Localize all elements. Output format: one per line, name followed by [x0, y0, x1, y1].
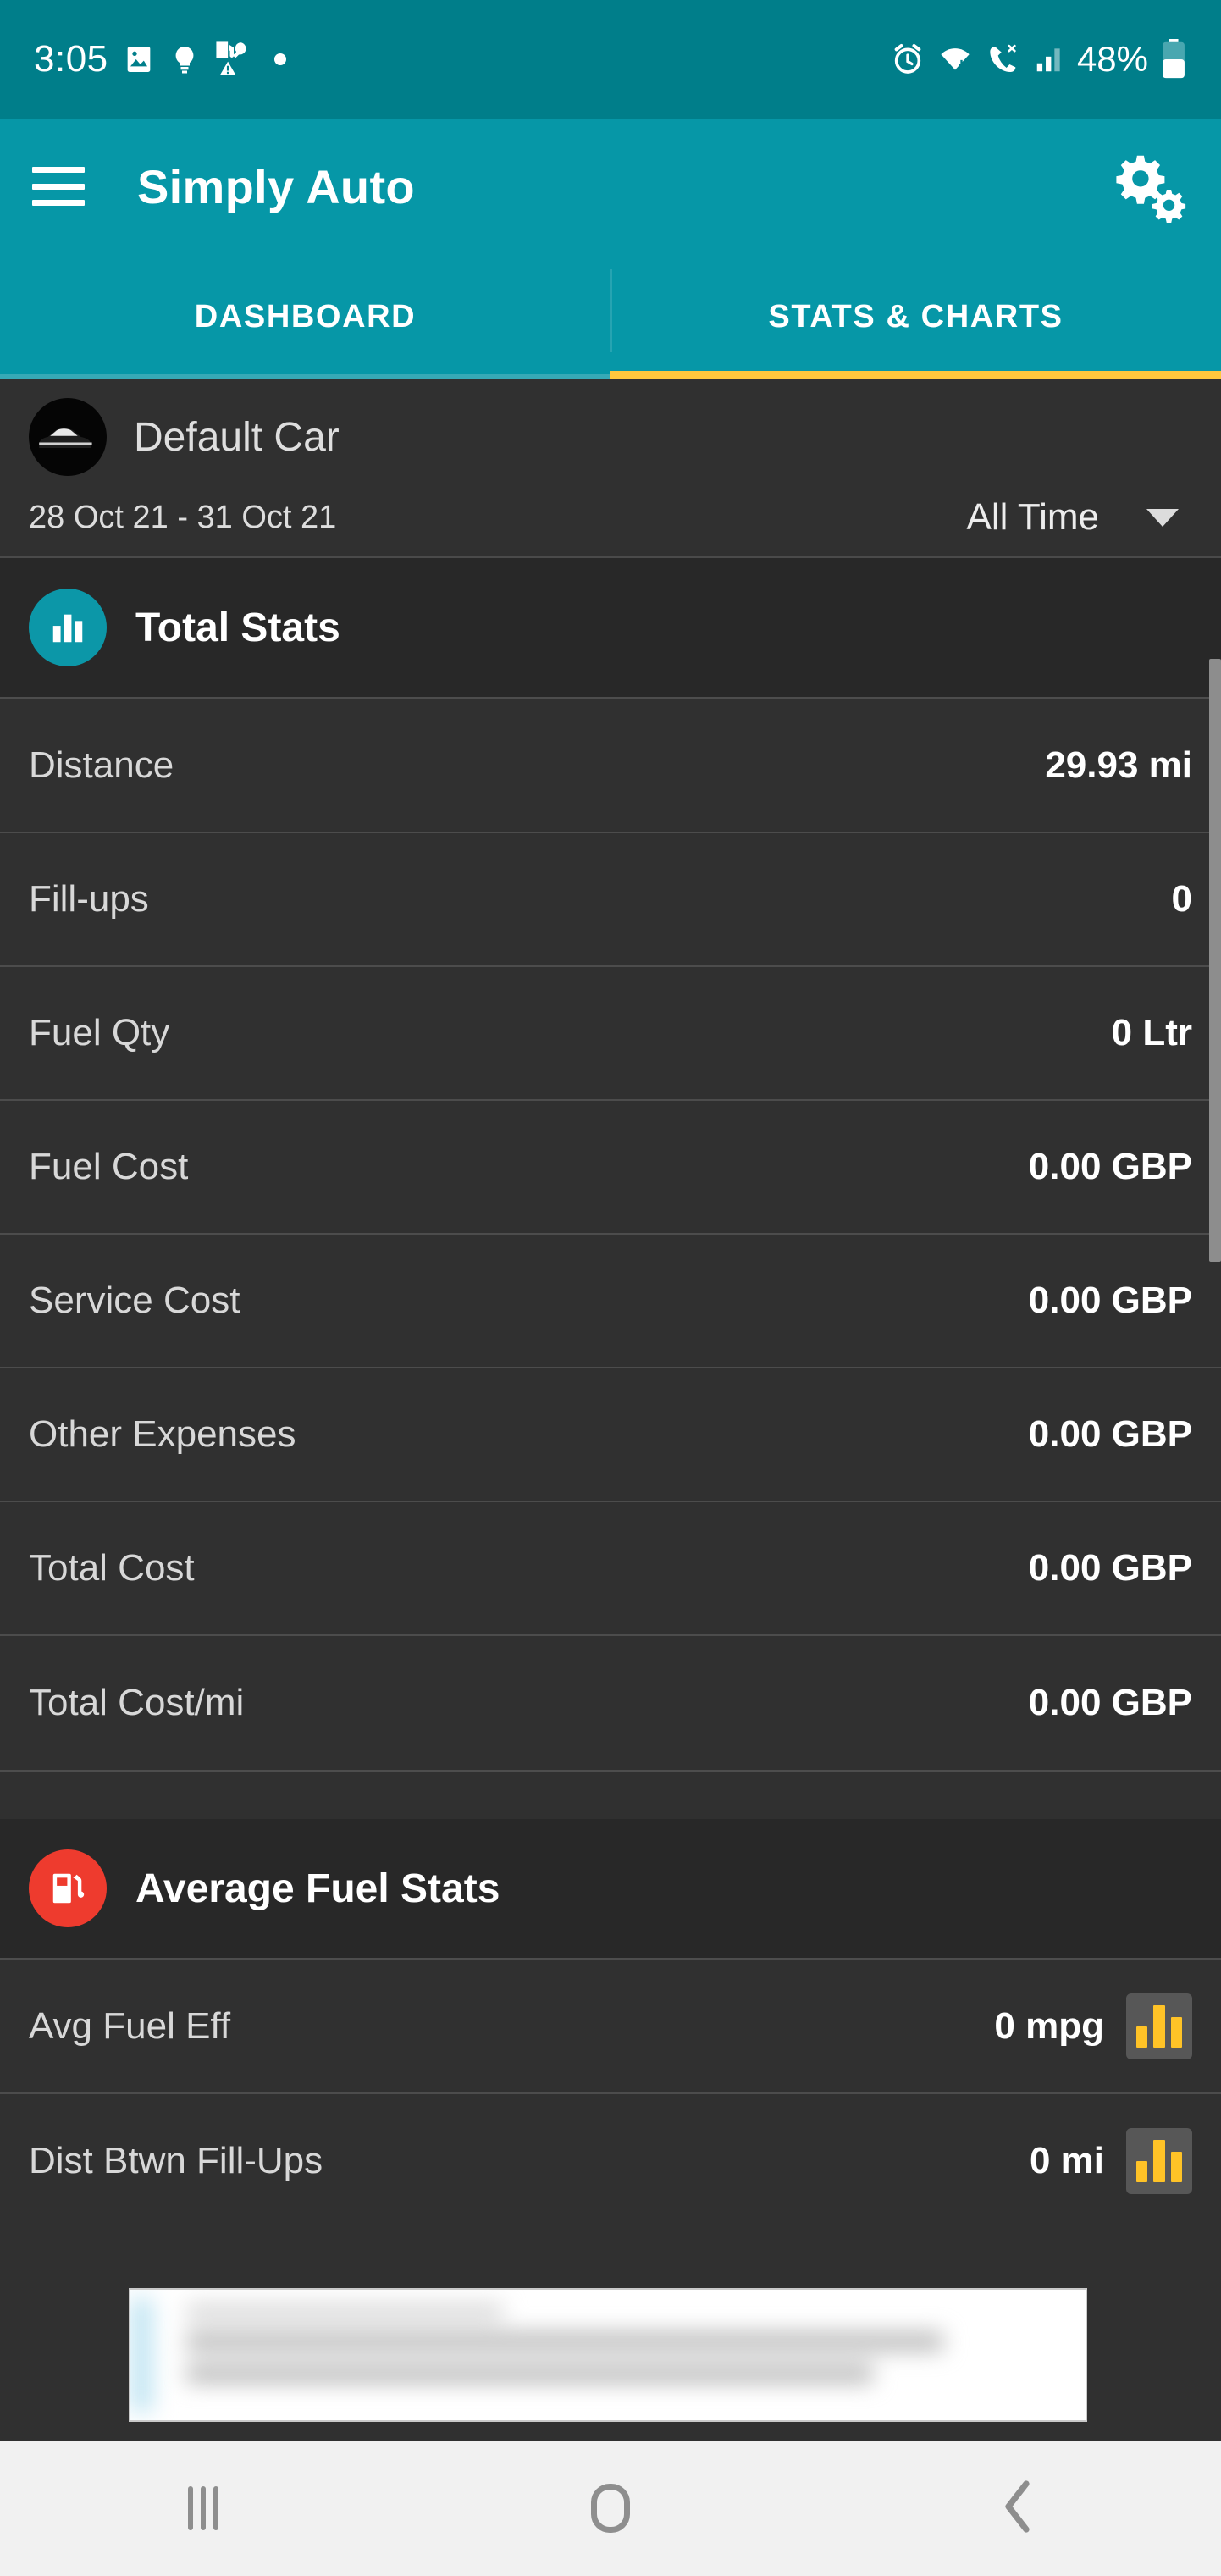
car-date-range-row: 28 Oct 21 - 31 Oct 21 All Time — [29, 496, 1192, 539]
back-icon — [999, 2479, 1036, 2537]
row-chart-button[interactable] — [1126, 2128, 1192, 2194]
table-row[interactable]: Total Cost 0.00 GBP — [0, 1502, 1221, 1636]
section-header-average-fuel-stats: Average Fuel Stats — [0, 1819, 1221, 1960]
row-value: 0 Ltr — [1111, 1012, 1192, 1053]
notification-overlay-content — [130, 2290, 1086, 2420]
bar-chart-icon — [29, 589, 107, 666]
row-label: Fill-ups — [29, 878, 149, 920]
time-range-value: All Time — [966, 496, 1099, 538]
row-label: Other Expenses — [29, 1413, 296, 1455]
row-label: Total Cost — [29, 1547, 195, 1589]
table-row[interactable]: Service Cost 0.00 GBP — [0, 1235, 1221, 1368]
row-value: 0.00 GBP — [1028, 1146, 1192, 1187]
row-value: 0.00 GBP — [1028, 1413, 1192, 1455]
recents-icon — [188, 2486, 219, 2530]
tab-dashboard[interactable]: DASHBOARD — [0, 254, 610, 379]
row-value: 0 mpg — [994, 2005, 1104, 2047]
tab-stats-and-charts-label: STATS & CHARTS — [768, 298, 1064, 334]
tab-stats-and-charts[interactable]: STATS & CHARTS — [610, 254, 1221, 379]
car-avatar-icon — [29, 398, 107, 476]
section-spacer — [0, 1770, 1221, 1819]
total-stats-rows: Distance 29.93 mi Fill-ups 0 Fuel Qty 0 … — [0, 699, 1221, 1770]
section-title-total-stats: Total Stats — [135, 605, 340, 650]
table-row[interactable]: Avg Fuel Eff 0 mpg — [0, 1960, 1221, 2094]
app-bar: Simply Auto — [0, 119, 1221, 254]
image-icon — [122, 42, 156, 76]
chevron-down-icon — [1146, 508, 1179, 527]
chart-bar-1 — [1136, 2026, 1148, 2048]
hamburger-menu-icon[interactable] — [32, 167, 85, 206]
dot-icon — [273, 53, 286, 65]
wifi-icon — [936, 42, 974, 76]
app-title: Simply Auto — [137, 159, 415, 213]
row-label: Fuel Cost — [29, 1146, 189, 1187]
table-row[interactable]: Fuel Qty 0 Ltr — [0, 967, 1221, 1101]
car-name: Default Car — [134, 414, 340, 460]
gears-settings-icon[interactable] — [1113, 148, 1189, 224]
row-label: Service Cost — [29, 1280, 240, 1321]
row-value: 0.00 GBP — [1028, 1682, 1192, 1723]
notification-line — [186, 2305, 504, 2319]
tab-dashboard-label: DASHBOARD — [194, 298, 417, 334]
row-value: 0.00 GBP — [1028, 1547, 1192, 1589]
notification-overlay[interactable] — [129, 2288, 1087, 2422]
date-range-label: 28 Oct 21 - 31 Oct 21 — [29, 499, 337, 535]
vertical-scrollbar[interactable] — [1209, 659, 1221, 1262]
time-range-dropdown[interactable]: All Time — [967, 496, 1192, 539]
tab-bar: DASHBOARD STATS & CHARTS — [0, 254, 1221, 379]
chart-bar-3 — [1170, 2017, 1182, 2048]
row-label: Total Cost/mi — [29, 1682, 245, 1723]
section-header-total-stats: Total Stats — [0, 558, 1221, 699]
notification-accent-stripe — [130, 2298, 152, 2412]
chart-bar-1 — [1136, 2161, 1148, 2182]
alarm-icon — [891, 42, 925, 76]
battery-percent-label: 48% — [1076, 39, 1148, 79]
battery-icon — [1160, 39, 1187, 80]
signal-icon — [1033, 42, 1065, 76]
row-label: Fuel Qty — [29, 1012, 170, 1053]
system-nav-bar — [0, 2441, 1221, 2576]
table-row[interactable]: Other Expenses 0.00 GBP — [0, 1368, 1221, 1502]
row-label: Distance — [29, 744, 174, 786]
car-selector-bar: Default Car 28 Oct 21 - 31 Oct 21 All Ti… — [0, 379, 1221, 556]
row-chart-button[interactable] — [1126, 1993, 1192, 2059]
row-value: 0 mi — [1029, 2140, 1104, 2181]
recents-button[interactable] — [0, 2441, 407, 2576]
section-title-average-fuel-stats: Average Fuel Stats — [135, 1866, 500, 1911]
row-value: 0 — [1171, 878, 1192, 920]
status-clock: 3:05 — [34, 38, 108, 80]
call-icon — [986, 42, 1021, 76]
chart-bar-2 — [1153, 2005, 1165, 2048]
row-label: Dist Btwn Fill-Ups — [29, 2140, 323, 2181]
status-bar: 3:05 48% — [0, 0, 1221, 119]
fuel-pump-icon — [29, 1849, 107, 1927]
table-row[interactable]: Total Cost/mi 0.00 GBP — [0, 1636, 1221, 1770]
back-button[interactable] — [814, 2441, 1221, 2576]
table-row[interactable]: Fuel Cost 0.00 GBP — [0, 1101, 1221, 1235]
notification-line — [186, 2364, 874, 2383]
row-value: 0.00 GBP — [1028, 1280, 1192, 1321]
status-bar-right: 48% — [891, 39, 1187, 80]
average-fuel-stats-rows: Avg Fuel Eff 0 mpg Dist Btwn Fill-Ups 0 … — [0, 1960, 1221, 2228]
chart-bar-2 — [1153, 2140, 1165, 2182]
table-row[interactable]: Fill-ups 0 — [0, 833, 1221, 967]
row-label: Avg Fuel Eff — [29, 2005, 231, 2047]
home-icon — [591, 2484, 630, 2533]
lightbulb-icon — [169, 42, 200, 76]
car-row[interactable]: Default Car — [29, 398, 1192, 476]
chart-bar-3 — [1170, 2152, 1182, 2182]
phone-screen: 3:05 48% Simply Auto DASHBOARD STATS & C… — [0, 0, 1221, 2576]
table-row[interactable]: Distance 29.93 mi — [0, 699, 1221, 833]
home-button[interactable] — [407, 2441, 815, 2576]
status-bar-left: 3:05 — [34, 38, 293, 80]
row-value: 29.93 mi — [1045, 744, 1192, 786]
table-row[interactable]: Dist Btwn Fill-Ups 0 mi — [0, 2094, 1221, 2228]
notification-line — [186, 2332, 944, 2351]
fuel-wrench-icon — [213, 40, 254, 79]
